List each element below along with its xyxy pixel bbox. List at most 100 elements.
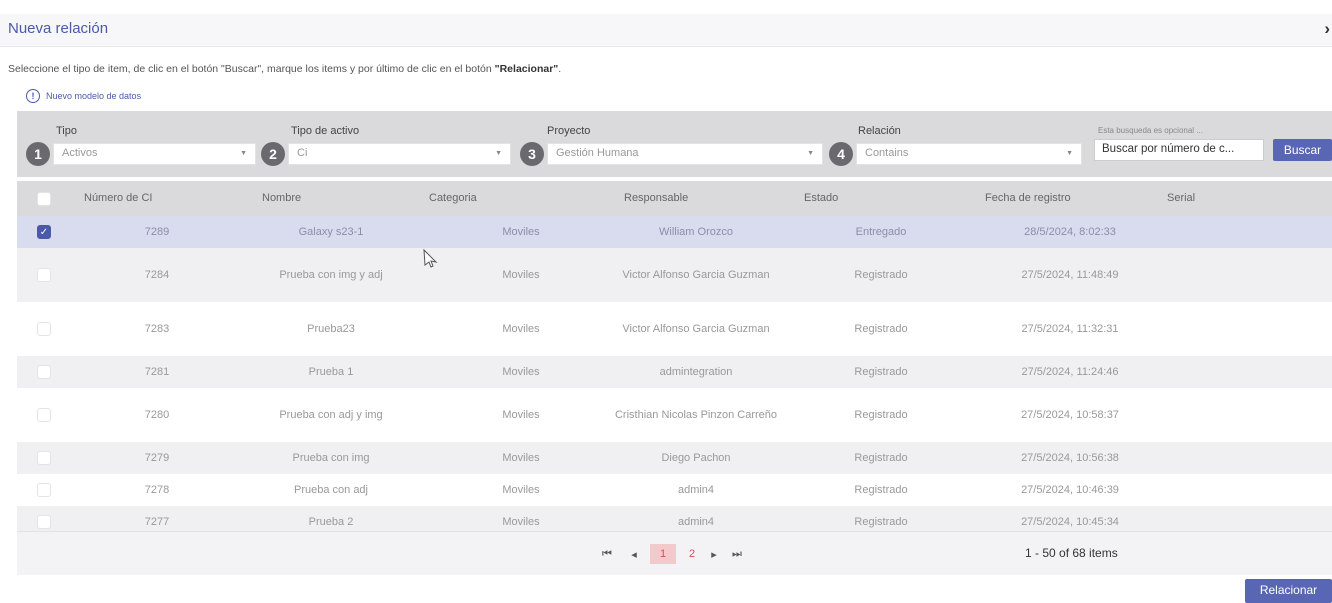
- col-fecha[interactable]: Fecha de registro: [985, 192, 1071, 204]
- row-checkbox[interactable]: [37, 322, 51, 336]
- page-1-button[interactable]: 1: [650, 544, 676, 564]
- tipo-activo-select[interactable]: Ci ▼: [288, 143, 511, 165]
- cell-nombre: Prueba con img y adj: [279, 268, 383, 281]
- cell-id: 7279: [144, 451, 170, 464]
- info-icon: !: [26, 89, 40, 103]
- prev-page-icon[interactable]: ◂: [627, 544, 641, 564]
- cell-responsable: admin4: [677, 483, 715, 496]
- cell-nombre: Prueba23: [307, 322, 355, 335]
- col-estado[interactable]: Estado: [804, 192, 838, 204]
- cell-categoria: Moviles: [502, 483, 540, 496]
- col-numero[interactable]: Número de CI: [84, 192, 152, 204]
- col-categoria[interactable]: Categoria: [429, 192, 477, 204]
- proyecto-select[interactable]: Gestión Humana ▼: [547, 143, 823, 165]
- row-checkbox[interactable]: [37, 515, 51, 529]
- cell-responsable: admintegration: [659, 365, 733, 378]
- row-checkbox[interactable]: [37, 483, 51, 497]
- last-page-icon[interactable]: ⏭: [730, 544, 744, 564]
- cell-nombre: Prueba con adj: [294, 483, 368, 496]
- row-checkbox[interactable]: [37, 268, 51, 282]
- caret-down-icon: ▼: [1066, 150, 1073, 157]
- filter-relacion-label: Relación: [858, 125, 901, 137]
- search-input[interactable]: Buscar por número de c...: [1094, 139, 1264, 161]
- filter-proyecto-label: Proyecto: [547, 125, 591, 137]
- cell-categoria: Moviles: [502, 225, 540, 238]
- cell-nombre: Prueba con img: [292, 451, 370, 464]
- step-3-badge: 3: [520, 142, 544, 166]
- cell-fecha: 27/5/2024, 10:56:38: [1021, 451, 1119, 464]
- cell-categoria: Moviles: [502, 408, 540, 421]
- close-icon[interactable]: ›: [1324, 19, 1330, 39]
- step-4-badge: 4: [829, 142, 853, 166]
- table-row[interactable]: 7278 Prueba con adj Moviles admin4 Registrad…: [17, 474, 1332, 506]
- filter-tipo-label: Tipo: [56, 125, 77, 137]
- cell-categoria: Moviles: [502, 515, 540, 528]
- cell-id: 7283: [144, 322, 170, 335]
- cell-id: 7278: [144, 483, 170, 496]
- col-responsable[interactable]: Responsable: [624, 192, 688, 204]
- cell-nombre: Prueba 2: [308, 515, 354, 528]
- cell-categoria: Moviles: [502, 451, 540, 464]
- col-nombre[interactable]: Nombre: [262, 192, 301, 204]
- filter-bar: Tipo 1 Activos ▼ Tipo de activo 2 Ci ▼ Pro…: [17, 111, 1332, 177]
- tipo-select[interactable]: Activos ▼: [53, 143, 256, 165]
- mouse-cursor-icon: [423, 248, 438, 268]
- row-checkbox[interactable]: ✓: [37, 225, 51, 239]
- table-row[interactable]: ✓ 7289 Galaxy s23-1 Moviles William Orozco En…: [17, 216, 1332, 248]
- cell-estado: Registrado: [854, 451, 908, 464]
- cell-fecha: 27/5/2024, 11:32:31: [1021, 322, 1119, 335]
- cell-fecha: 27/5/2024, 10:45:34: [1021, 515, 1119, 528]
- table-row[interactable]: 7280 Prueba con adj y img Moviles Cristhian…: [17, 388, 1332, 442]
- first-page-icon[interactable]: ⏮: [600, 544, 614, 564]
- cell-estado: Registrado: [854, 408, 908, 421]
- cell-estado: Registrado: [854, 365, 908, 378]
- tipo-activo-value: Ci: [297, 147, 308, 159]
- table-row[interactable]: 7279 Prueba con img Moviles Diego Pachon Reg…: [17, 442, 1332, 474]
- caret-down-icon: ▼: [807, 150, 814, 157]
- cell-responsable: Victor Alfonso Garcia Guzman: [622, 322, 770, 335]
- cell-nombre: Galaxy s23-1: [298, 225, 364, 238]
- cell-fecha: 27/5/2024, 11:24:46: [1021, 365, 1119, 378]
- cell-id: 7281: [144, 365, 170, 378]
- table-row[interactable]: 7277 Prueba 2 Moviles admin4 Registrado 27/5/…: [17, 506, 1332, 531]
- table-header: Número de CI Nombre Categoria Responsabl…: [17, 181, 1332, 216]
- dialog-header: Nueva relación ›: [0, 14, 1332, 47]
- cell-responsable: admin4: [677, 515, 715, 528]
- table-row[interactable]: 7281 Prueba 1 Moviles admintegration Registr…: [17, 356, 1332, 388]
- cell-fecha: 27/5/2024, 10:46:39: [1021, 483, 1119, 496]
- page-2-button[interactable]: 2: [685, 544, 699, 564]
- new-model-label: Nuevo modelo de datos: [46, 91, 142, 101]
- cell-estado: Registrado: [854, 322, 908, 335]
- cell-estado: Registrado: [854, 515, 908, 528]
- caret-down-icon: ▼: [495, 150, 502, 157]
- row-checkbox[interactable]: [37, 408, 51, 422]
- table-row[interactable]: 7284 Prueba con img y adj Moviles Victor Al…: [17, 248, 1332, 302]
- row-checkbox[interactable]: [37, 451, 51, 465]
- pagination: ⏮ ◂ 1 2 ▸ ⏭ 1 - 50 of 68 items: [17, 531, 1332, 575]
- cell-categoria: Moviles: [502, 322, 540, 335]
- step-1-badge: 1: [26, 142, 50, 166]
- relacion-select[interactable]: Contains ▼: [856, 143, 1082, 165]
- cell-estado: Registrado: [854, 483, 908, 496]
- relate-button[interactable]: Relacionar: [1245, 579, 1332, 603]
- row-checkbox[interactable]: [37, 365, 51, 379]
- cell-responsable: Cristhian Nicolas Pinzon Carreño: [614, 408, 777, 421]
- cell-responsable: Diego Pachon: [661, 451, 731, 464]
- cell-id: 7289: [144, 225, 170, 238]
- optional-note: Esta busqueda es opcional ...: [1098, 126, 1203, 135]
- col-serial[interactable]: Serial: [1167, 192, 1195, 204]
- select-all-checkbox[interactable]: [37, 192, 51, 206]
- tipo-value: Activos: [62, 147, 98, 159]
- cell-nombre: Prueba con adj y img: [279, 408, 383, 421]
- search-button[interactable]: Buscar: [1273, 139, 1332, 161]
- table-body: ✓ 7289 Galaxy s23-1 Moviles William Orozco En…: [17, 216, 1332, 531]
- next-page-icon[interactable]: ▸: [707, 544, 721, 564]
- cell-fecha: 27/5/2024, 10:58:37: [1021, 408, 1119, 421]
- cell-estado: Entregado: [855, 225, 907, 238]
- table-row[interactable]: 7283 Prueba23 Moviles Victor Alfonso Garcia…: [17, 302, 1332, 356]
- cell-responsable: William Orozco: [659, 225, 733, 238]
- cell-estado: Registrado: [854, 268, 908, 281]
- cell-id: 7280: [144, 408, 170, 421]
- cell-fecha: 28/5/2024, 8:02:33: [1024, 225, 1116, 238]
- new-model-link[interactable]: ! Nuevo modelo de datos: [26, 89, 141, 103]
